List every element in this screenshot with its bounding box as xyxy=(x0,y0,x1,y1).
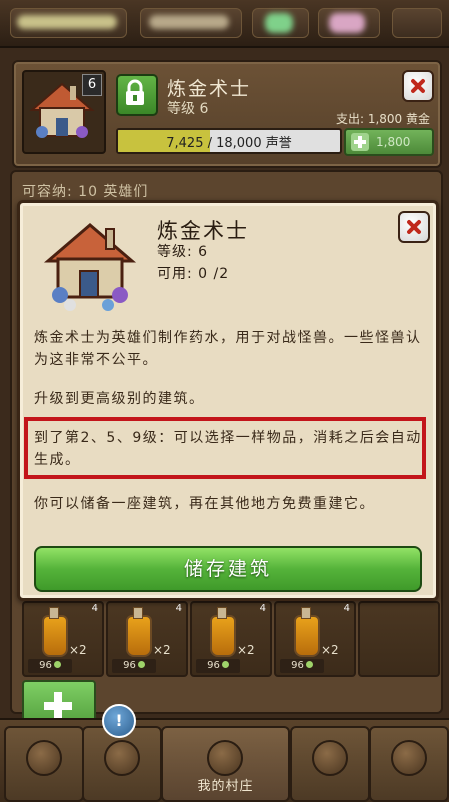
bottom-navigation: 我的村庄 xyxy=(0,718,449,802)
item-price: 96 xyxy=(196,659,240,673)
item-count: 4 xyxy=(91,603,98,614)
modal-available: 可用: 0 /2 xyxy=(157,266,230,282)
item-slot[interactable]: 4 ×2 96 xyxy=(106,601,188,677)
building-title: 炼金术士 xyxy=(167,78,252,100)
item-count: 4 xyxy=(343,603,350,614)
alert-icon[interactable]: ! xyxy=(102,704,136,738)
store-building-button[interactable]: 储存建筑 xyxy=(34,546,422,592)
close-icon[interactable] xyxy=(398,211,430,243)
upgrade-cost-label: 支出: 1,800 黄金 xyxy=(335,112,430,126)
item-price: 96 xyxy=(112,659,156,673)
item-price: 96 xyxy=(280,659,324,673)
coin-icon xyxy=(221,661,229,668)
store-hint: 你可以储备一座建筑，再在其他地方免费重建它。 xyxy=(34,496,375,512)
potion-icon xyxy=(42,607,68,657)
nav-chest-button[interactable] xyxy=(290,726,370,802)
building-info-modal: 炼金术士 等级: 6 可用: 0 /2 炼金术士为英雄们制作药水，用于对战怪兽。… xyxy=(17,200,439,601)
resource-slot-extra[interactable] xyxy=(392,8,442,38)
reputation-text: 7,425 / 18,000 声誉 xyxy=(166,136,292,151)
resource-slot-gold[interactable] xyxy=(10,8,127,38)
level-bonus-hint: 到了第2、5、9级：可以选择一样物品，消耗之后会自动生成。 xyxy=(34,430,422,468)
nav-heroes-button[interactable] xyxy=(4,726,84,802)
item-slot[interactable]: 4 ×2 96 xyxy=(22,601,104,677)
resource-slot-gems[interactable] xyxy=(140,8,242,38)
upgrade-button-cost: 1,800 xyxy=(376,135,411,149)
building-level: 等级 6 xyxy=(167,101,209,117)
coin-icon xyxy=(305,661,313,668)
alchemist-house-icon xyxy=(43,223,137,311)
modal-level: 等级: 6 xyxy=(157,244,209,260)
coin-icon xyxy=(53,661,61,668)
item-slot[interactable]: 4 ×2 96 xyxy=(190,601,272,677)
lock-icon xyxy=(126,79,144,105)
nav-village-button[interactable]: 我的村庄 xyxy=(161,726,290,802)
potion-icon xyxy=(126,607,152,657)
item-count: 4 xyxy=(175,603,182,614)
nav-village-label: 我的村庄 xyxy=(197,779,254,794)
top-resource-bar xyxy=(0,0,449,48)
building-header-panel: 6 炼金术士 等级 6 支出: 1,800 黄金 7,425 / 18,000 … xyxy=(12,60,442,168)
building-thumbnail: 6 xyxy=(22,70,106,154)
item-quantity: ×2 xyxy=(237,643,255,657)
chest-icon xyxy=(312,740,348,776)
resource-slot-green[interactable] xyxy=(252,8,309,38)
item-quantity: ×2 xyxy=(69,643,87,657)
empty-item-slot[interactable] xyxy=(358,601,440,677)
potion-icon xyxy=(294,607,320,657)
resource-slot-pink[interactable] xyxy=(318,8,380,38)
potion-icon xyxy=(210,607,236,657)
upgrade-button[interactable]: 1,800 xyxy=(344,128,434,156)
plus-icon xyxy=(351,133,369,151)
item-count: 4 xyxy=(259,603,266,614)
nav-achievements-button[interactable] xyxy=(369,726,449,802)
coin-icon xyxy=(137,661,145,668)
item-price: 96 xyxy=(28,659,72,673)
close-icon[interactable] xyxy=(402,70,434,102)
lock-button[interactable] xyxy=(116,74,158,116)
item-quantity: ×2 xyxy=(153,643,171,657)
reputation-bar: 7,425 / 18,000 声誉 xyxy=(116,128,342,154)
gem-icon xyxy=(26,740,62,776)
level-badge: 6 xyxy=(82,74,102,96)
building-description: 炼金术士为英雄们制作药水，用于对战怪兽。一些怪兽认为这非常不公平。 xyxy=(34,330,422,368)
upgrade-hint: 升级到更高级别的建筑。 xyxy=(34,391,205,407)
item-quantity: ×2 xyxy=(321,643,339,657)
capacity-label: 可容纳: 10 英雄们 xyxy=(22,184,149,200)
medal-icon xyxy=(391,740,427,776)
item-slot[interactable]: 4 ×2 96 xyxy=(274,601,356,677)
house-icon xyxy=(207,740,243,776)
people-icon xyxy=(104,740,140,776)
